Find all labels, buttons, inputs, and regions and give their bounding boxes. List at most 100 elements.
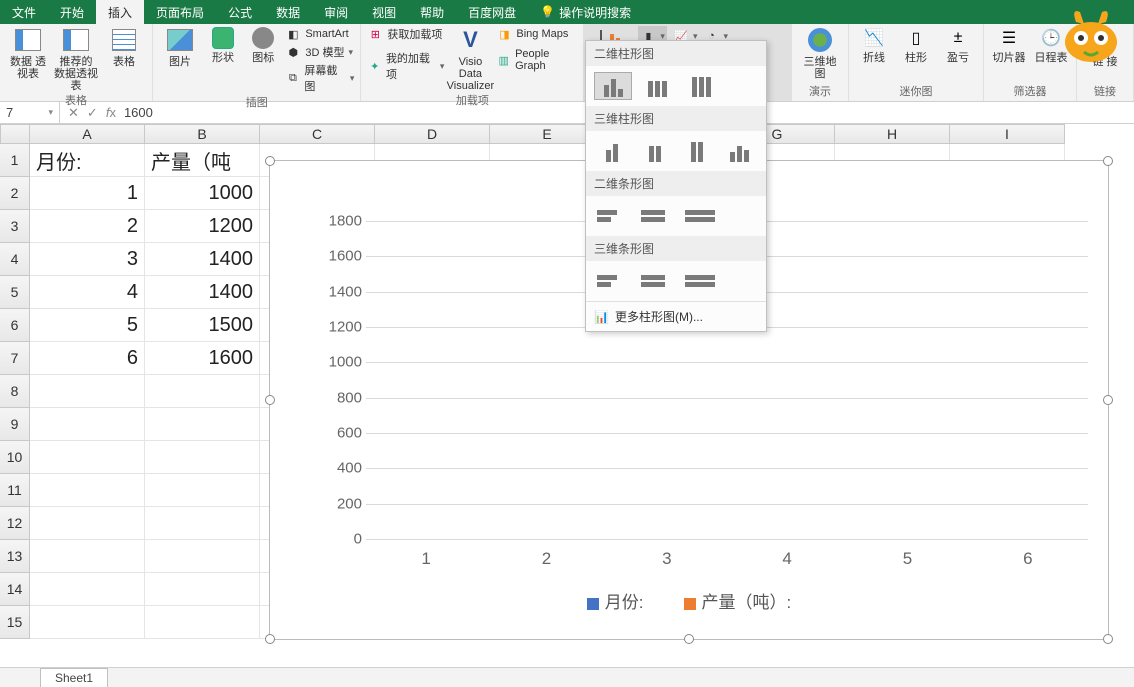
chart-100-stacked-bar[interactable] [682, 202, 720, 230]
table-button[interactable]: 表格 [102, 26, 146, 68]
tell-me-search[interactable]: 操作说明搜索 [559, 4, 631, 21]
cell[interactable]: 1600 [145, 342, 260, 375]
resize-handle[interactable] [265, 156, 275, 166]
tab-insert[interactable]: 插入 [96, 0, 144, 24]
cell[interactable]: 5 [30, 309, 145, 342]
chart-3d-stacked-column[interactable] [637, 137, 674, 165]
chart-clustered-column[interactable] [594, 72, 632, 100]
chart-3d-clustered-bar[interactable] [594, 267, 632, 295]
row-header-3[interactable]: 3 [0, 210, 30, 243]
resize-handle[interactable] [265, 395, 275, 405]
cell[interactable] [145, 474, 260, 507]
shapes-button[interactable]: 形状 [205, 26, 241, 64]
col-header-C[interactable]: C [260, 124, 375, 144]
sheet-tab-sheet1[interactable]: Sheet1 [40, 668, 108, 687]
row-header-6[interactable]: 6 [0, 309, 30, 342]
cell[interactable]: 月份: [30, 144, 145, 177]
tab-review[interactable]: 审阅 [312, 0, 360, 24]
cell[interactable]: 产量（吨 [145, 144, 260, 177]
row-header-14[interactable]: 14 [0, 573, 30, 606]
col-header-H[interactable]: H [835, 124, 950, 144]
row-header-11[interactable]: 11 [0, 474, 30, 507]
chart-3d-stacked-bar[interactable] [638, 267, 676, 295]
cell[interactable] [30, 507, 145, 540]
cell[interactable] [145, 441, 260, 474]
screenshot-button[interactable]: ⧉屏幕截图▾ [285, 62, 354, 94]
cell[interactable] [30, 474, 145, 507]
cell[interactable]: 1400 [145, 243, 260, 276]
chart-3d-100-stacked-bar[interactable] [682, 267, 720, 295]
smartart-button[interactable]: ◧SmartArt [285, 26, 354, 42]
cell[interactable] [145, 573, 260, 606]
row-header-7[interactable]: 7 [0, 342, 30, 375]
row-header-9[interactable]: 9 [0, 408, 30, 441]
row-header-2[interactable]: 2 [0, 177, 30, 210]
col-header-I[interactable]: I [950, 124, 1065, 144]
sparkline-winloss-button[interactable]: ±盈亏 [939, 26, 977, 64]
cell[interactable]: 1 [30, 177, 145, 210]
row-header-4[interactable]: 4 [0, 243, 30, 276]
tab-home[interactable]: 开始 [48, 0, 96, 24]
chart-stacked-column[interactable] [638, 72, 676, 100]
cell[interactable] [30, 408, 145, 441]
cell[interactable]: 1200 [145, 210, 260, 243]
resize-handle[interactable] [1103, 156, 1113, 166]
slicer-button[interactable]: ☰切片器 [990, 26, 1028, 64]
select-all-corner[interactable] [0, 124, 30, 144]
visio-button[interactable]: VVisio Data Visualizer [448, 26, 492, 92]
cell[interactable]: 4 [30, 276, 145, 309]
resize-handle[interactable] [1103, 395, 1113, 405]
col-header-D[interactable]: D [375, 124, 490, 144]
row-header-5[interactable]: 5 [0, 276, 30, 309]
cell[interactable]: 1000 [145, 177, 260, 210]
cell[interactable] [145, 375, 260, 408]
cell[interactable] [145, 540, 260, 573]
chart-3d-clustered-column[interactable] [594, 137, 631, 165]
row-header-15[interactable]: 15 [0, 606, 30, 639]
resize-handle[interactable] [684, 634, 694, 644]
tab-layout[interactable]: 页面布局 [144, 0, 216, 24]
picture-button[interactable]: 图片 [159, 26, 201, 68]
chart-3d-column[interactable] [722, 137, 759, 165]
cell[interactable] [30, 540, 145, 573]
cell[interactable]: 3 [30, 243, 145, 276]
get-addins-button[interactable]: ⊞获取加载项 [367, 26, 444, 42]
cell[interactable] [30, 606, 145, 639]
sparkline-column-button[interactable]: ▯柱形 [897, 26, 935, 64]
cell[interactable]: 1400 [145, 276, 260, 309]
col-header-B[interactable]: B [145, 124, 260, 144]
resize-handle[interactable] [1103, 634, 1113, 644]
icons-button[interactable]: 图标 [245, 26, 281, 64]
chart-stacked-bar[interactable] [638, 202, 676, 230]
cell[interactable] [30, 441, 145, 474]
cell[interactable] [145, 606, 260, 639]
row-header-13[interactable]: 13 [0, 540, 30, 573]
row-header-8[interactable]: 8 [0, 375, 30, 408]
bing-maps-button[interactable]: ◨Bing Maps [496, 26, 577, 42]
my-addins-button[interactable]: ✦我的加载项▾ [367, 50, 444, 82]
more-column-charts[interactable]: 📊更多柱形图(M)... [586, 301, 766, 331]
chart-3d-100-stacked-column[interactable] [679, 137, 716, 165]
tab-help[interactable]: 帮助 [408, 0, 456, 24]
tab-view[interactable]: 视图 [360, 0, 408, 24]
resize-handle[interactable] [265, 634, 275, 644]
chart-clustered-bar[interactable] [594, 202, 632, 230]
col-header-A[interactable]: A [30, 124, 145, 144]
cell[interactable] [30, 375, 145, 408]
chart-100-stacked-column[interactable] [682, 72, 720, 100]
tab-baidupan[interactable]: 百度网盘 [456, 0, 528, 24]
row-header-10[interactable]: 10 [0, 441, 30, 474]
row-header-1[interactable]: 1 [0, 144, 30, 177]
cell[interactable]: 2 [30, 210, 145, 243]
pivot-table-button[interactable]: 数据 透视表 [6, 26, 50, 80]
people-graph-button[interactable]: ▥People Graph [496, 48, 577, 72]
cell[interactable] [145, 507, 260, 540]
recommended-pivot-button[interactable]: 推荐的 数据透视表 [54, 26, 98, 92]
cell[interactable] [30, 573, 145, 606]
tab-data[interactable]: 数据 [264, 0, 312, 24]
tab-file[interactable]: 文件 [0, 0, 48, 24]
row-header-12[interactable]: 12 [0, 507, 30, 540]
cell[interactable]: 6 [30, 342, 145, 375]
tab-formula[interactable]: 公式 [216, 0, 264, 24]
3d-map-button[interactable]: 三维地 图 [798, 26, 842, 80]
